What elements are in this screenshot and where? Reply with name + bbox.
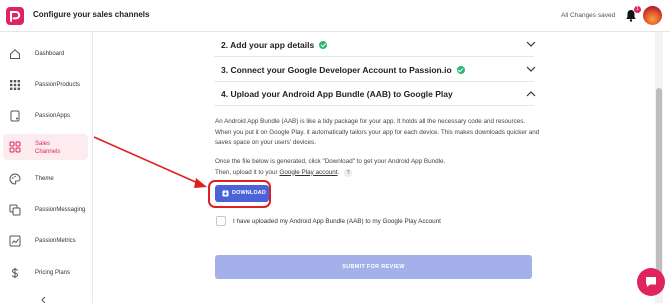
sidebar-item-label: Dashboard: [35, 51, 65, 57]
instruction-line-1: Once the file below is generated, click …: [215, 158, 446, 165]
uploaded-checkbox-label[interactable]: I have uploaded my Android App Bundle (A…: [233, 218, 441, 225]
palette-icon: [9, 173, 21, 185]
step-4-header[interactable]: 4. Upload your Android App Bundle (AAB) …: [214, 82, 536, 106]
scrollbar-thumb[interactable]: [656, 88, 662, 284]
download-instructions: Once the file below is generated, click …: [215, 157, 540, 178]
step-3-header[interactable]: 3. Connect your Google Developer Account…: [214, 58, 536, 82]
sidebar-item-sales-channels[interactable]: Sales Channels: [3, 134, 88, 160]
phone-icon: [10, 110, 20, 122]
top-bar: Configure your sales channels All Change…: [0, 0, 670, 32]
download-icon: [222, 190, 229, 197]
chevron-up-icon[interactable]: [526, 90, 536, 97]
grid-icon: [10, 80, 20, 90]
check-icon: [456, 66, 465, 74]
sidebar-item-dashboard[interactable]: Dashboard: [3, 41, 88, 67]
check-icon: [319, 41, 328, 49]
sidebar-item-passionmessaging[interactable]: PassionMessaging: [3, 197, 88, 223]
google-play-account-link[interactable]: Google Play account: [279, 169, 337, 176]
chevron-down-icon[interactable]: [526, 66, 536, 73]
collapse-sidebar-icon[interactable]: [40, 296, 48, 303]
sidebar-item-label: PassionMessaging: [35, 207, 86, 213]
chevron-down-icon[interactable]: [526, 41, 536, 48]
step-title: 4. Upload your Android App Bundle (AAB) …: [221, 89, 453, 99]
dollar-icon: [11, 267, 19, 279]
message-icon: [9, 204, 21, 216]
chat-icon: [646, 277, 656, 287]
submit-for-review-button[interactable]: SUBMIT FOR REVIEW: [215, 255, 532, 279]
sidebar-item-passionmetrics[interactable]: PassionMetrics: [3, 228, 88, 254]
step-title: 3. Connect your Google Developer Account…: [221, 65, 452, 75]
notification-badge: 1: [634, 6, 641, 13]
instruction-suffix: .: [337, 168, 340, 176]
download-button[interactable]: DOWNLOAD: [215, 185, 269, 202]
main-content: 2. Add your app details 3. Connect your …: [93, 32, 655, 303]
passion-logo-icon[interactable]: [6, 7, 24, 25]
step-title: 2. Add your app details: [221, 40, 315, 50]
sidebar-item-label: Theme: [35, 176, 54, 182]
aab-description: An Android App Bundle (AAB) is like a ti…: [215, 118, 540, 146]
step-2-header[interactable]: 2. Add your app details: [214, 33, 536, 57]
channels-icon: [9, 141, 21, 153]
chart-icon: [9, 235, 21, 247]
save-status: All Changes saved: [561, 12, 616, 19]
avatar[interactable]: [643, 6, 662, 25]
sidebar-item-label: Sales Channels: [35, 141, 61, 155]
sidebar-item-label: Pricing Plans: [35, 270, 71, 276]
page-title: Configure your sales channels: [33, 10, 150, 19]
home-icon: [10, 49, 20, 59]
help-icon[interactable]: ?: [344, 168, 353, 177]
sidebar-item-label: PassionMetrics: [35, 238, 76, 244]
sidebar-item-passionapps[interactable]: PassionApps: [3, 103, 88, 129]
download-label: DOWNLOAD: [232, 190, 266, 196]
sidebar-item-label: PassionProducts: [35, 82, 81, 88]
sidebar-item-pricing-plans[interactable]: Pricing Plans: [3, 260, 88, 286]
sidebar-item-passionproducts[interactable]: PassionProducts: [3, 72, 88, 98]
sidebar: Dashboard PassionProducts PassionApps Sa…: [0, 32, 93, 303]
sidebar-item-label: PassionApps: [35, 113, 71, 119]
instruction-line-2: Then, upload it to your: [215, 168, 280, 176]
uploaded-checkbox[interactable]: [216, 216, 226, 226]
chat-button[interactable]: [637, 268, 665, 296]
sidebar-item-theme[interactable]: Theme: [3, 166, 88, 192]
